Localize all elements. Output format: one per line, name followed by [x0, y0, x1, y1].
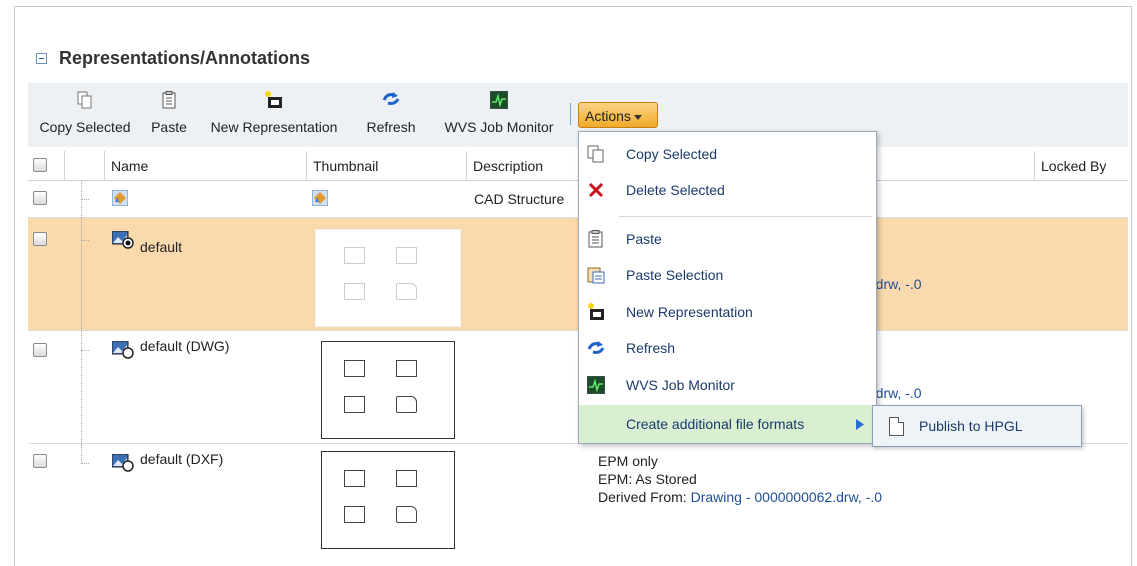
- actions-label: Actions: [585, 108, 631, 124]
- copy-icon: [587, 145, 604, 163]
- copy-selected-label: Copy Selected: [39, 119, 131, 135]
- menu-item-wvs-job-monitor[interactable]: WVS Job Monitor: [579, 367, 876, 403]
- menu-item-create-additional-file-formats[interactable]: Create additional file formats: [579, 405, 876, 443]
- menu-item-publish-to-hpgl[interactable]: Publish to HPGL: [873, 406, 1081, 446]
- paste-icon: [588, 230, 603, 248]
- representation-default-icon: [112, 231, 134, 249]
- copy-icon: [77, 91, 92, 109]
- new-representation-icon: [588, 303, 604, 320]
- menu-item-label: Refresh: [626, 340, 676, 356]
- menu-item-refresh[interactable]: Refresh: [579, 330, 876, 366]
- cad-structure-thumbnail-icon[interactable]: [312, 190, 328, 206]
- submenu-arrow-icon: [856, 419, 864, 430]
- menu-item-new-representation[interactable]: New Representation: [579, 294, 876, 330]
- actions-menu: Copy Selected Delete Selected Paste Past…: [578, 131, 877, 444]
- wvs-job-monitor-label: WVS Job Monitor: [444, 119, 554, 135]
- wvs-monitor-icon: [490, 91, 508, 109]
- row-name[interactable]: default (DWG): [140, 338, 229, 354]
- row-thumbnail[interactable]: [315, 229, 461, 327]
- section-title: Representations/Annotations: [59, 47, 311, 68]
- menu-item-label: Delete Selected: [626, 182, 725, 198]
- wvs-job-monitor-button[interactable]: WVS Job Monitor: [430, 83, 568, 147]
- new-representation-label: New Representation: [210, 119, 338, 135]
- paste-label: Paste: [151, 119, 187, 135]
- new-representation-icon: [265, 91, 282, 108]
- select-all-checkbox[interactable]: [33, 158, 47, 172]
- header-name[interactable]: Name: [104, 151, 306, 181]
- menu-item-label: Create additional file formats: [626, 416, 805, 432]
- row-thumbnail[interactable]: [321, 341, 455, 439]
- chevron-down-icon: [633, 114, 642, 120]
- derived-from-label: Derived From:: [598, 489, 691, 505]
- menu-separator: [619, 216, 872, 217]
- row-description: CAD Structure: [474, 191, 565, 207]
- paste-icon: [162, 91, 176, 109]
- cad-structure-icon: [112, 190, 128, 206]
- menu-item-label: WVS Job Monitor: [626, 377, 735, 393]
- menu-item-label: Paste Selection: [626, 267, 724, 283]
- desc-line-1: EPM only: [598, 453, 658, 469]
- row-checkbox[interactable]: [33, 232, 47, 246]
- row-thumbnail[interactable]: [321, 451, 455, 549]
- tree-connector: [81, 331, 82, 444]
- tree-connector: [81, 444, 82, 464]
- tree-connector: [81, 199, 89, 200]
- desc-line-2: EPM: As Stored: [598, 471, 697, 487]
- row-name[interactable]: default (DXF): [140, 451, 223, 467]
- tree-connector: [81, 350, 89, 351]
- row-checkbox[interactable]: [33, 343, 47, 357]
- header-description[interactable]: Description: [466, 151, 579, 181]
- row-checkbox[interactable]: [33, 454, 47, 468]
- representation-dxf-icon: [112, 454, 134, 472]
- new-representation-button[interactable]: New Representation: [196, 83, 352, 147]
- delete-icon: [588, 182, 604, 198]
- row-name[interactable]: default: [140, 239, 182, 255]
- file-formats-submenu: Publish to HPGL: [872, 405, 1082, 447]
- representation-dwg-icon: [112, 341, 134, 359]
- menu-item-paste-selection[interactable]: Paste Selection: [579, 257, 876, 293]
- toolbar-separator: [570, 103, 571, 125]
- row-description: EPM only EPM: As Stored Derived From: Dr…: [598, 452, 882, 506]
- header-thumbnail[interactable]: Thumbnail: [306, 151, 466, 181]
- menu-item-label: New Representation: [626, 304, 753, 320]
- header-locked-by[interactable]: Locked By: [1034, 151, 1128, 181]
- derived-from-link[interactable]: Drawing - 0000000062.drw, -.0: [691, 489, 882, 505]
- menu-item-paste[interactable]: Paste: [579, 221, 876, 257]
- copy-selected-button[interactable]: Copy Selected: [28, 83, 142, 147]
- tree-connector: [81, 218, 82, 331]
- row-checkbox[interactable]: [33, 191, 47, 205]
- refresh-icon: [382, 92, 400, 105]
- desc-line-3: Derived From: Drawing - 0000000062.drw, …: [598, 488, 882, 506]
- tree-connector: [81, 463, 89, 464]
- tree-connector: [81, 240, 89, 241]
- paste-button[interactable]: Paste: [142, 83, 196, 147]
- collapse-icon[interactable]: [36, 52, 47, 64]
- refresh-label: Refresh: [366, 119, 416, 135]
- section-header[interactable]: Representations/Annotations: [36, 46, 310, 70]
- paste-selection-icon: [587, 267, 605, 284]
- table-row[interactable]: default (DXF) EPM only EPM: As Stored De…: [28, 444, 1128, 554]
- menu-item-delete-selected[interactable]: Delete Selected: [579, 172, 876, 208]
- actions-button[interactable]: Actions: [578, 102, 658, 128]
- refresh-icon: [587, 341, 605, 354]
- menu-item-label: Copy Selected: [626, 146, 718, 162]
- menu-item-label: Paste: [626, 231, 662, 247]
- tree-column-header: [64, 151, 84, 181]
- menu-item-label: Publish to HPGL: [919, 418, 1023, 434]
- page-icon: [889, 417, 904, 436]
- menu-item-copy-selected[interactable]: Copy Selected: [579, 136, 876, 172]
- refresh-button[interactable]: Refresh: [352, 83, 430, 147]
- wvs-monitor-icon: [587, 376, 605, 394]
